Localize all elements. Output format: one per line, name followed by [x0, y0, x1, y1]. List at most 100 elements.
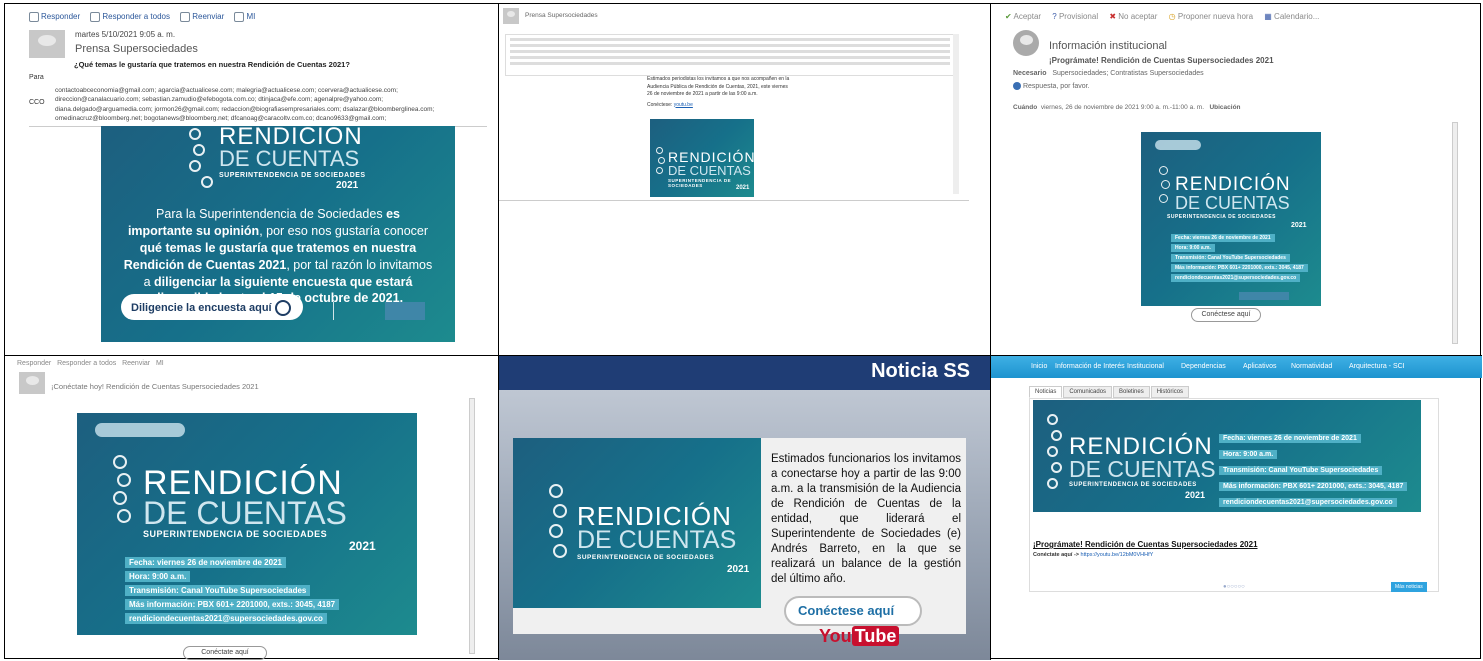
reply-all-button[interactable]: Responder a todos — [90, 12, 170, 22]
calendar-button[interactable]: ▦ Calendario... — [1264, 12, 1319, 21]
supersociedades-logo — [1155, 140, 1201, 150]
tentative-button[interactable]: ? Provisional — [1052, 12, 1098, 21]
info-pill: Hora: 9:00 a.m. — [1171, 244, 1215, 252]
info-pill: rendiciondecuentas2021@supersociedades.g… — [125, 613, 327, 624]
survey-message: Para la Superintendencia de Sociedades e… — [101, 206, 455, 307]
connect-link[interactable]: youtu.be — [674, 102, 693, 108]
icon-circle — [117, 473, 131, 487]
icon-circle — [1047, 478, 1058, 489]
propose-button[interactable]: ◷ Proponer nueva hora — [1169, 12, 1253, 21]
tab-boletines[interactable]: Boletines — [1113, 386, 1150, 398]
connect-link[interactable]: https://youtu.be/12bM0VHHfY — [1081, 552, 1154, 558]
info-pill: Fecha: viernes 26 de noviembre de 2021 — [125, 557, 286, 568]
connect-button-label: Conéctese aquí — [1201, 311, 1251, 318]
banner-year: 2021 — [736, 185, 750, 191]
banner-title-2: DE CUENTAS — [143, 495, 347, 531]
required-row: Necesario Supersociedades; Contratistas … — [1013, 70, 1204, 77]
icon-circle — [193, 144, 205, 156]
banner-title-2: DE CUENTAS — [1069, 456, 1216, 482]
connect-line: Conéctese: youtu.be — [647, 102, 793, 110]
forward-button[interactable]: Reenviar — [122, 360, 150, 367]
icon-circle — [553, 544, 567, 558]
info-pill: Más información: PBX 601+ 2201000, exts.… — [125, 599, 340, 610]
recipients-line: diana.delgado@arguamedia.com; jormon26@g… — [55, 105, 435, 113]
nav-aplicativos[interactable]: Aplicativos — [1243, 363, 1276, 370]
email-subject: ¿Qué temas le gustaría que tratemos en n… — [74, 60, 350, 69]
avatar — [29, 30, 65, 58]
icon-circle — [1051, 462, 1062, 473]
recipients-line: direccion@canalacuario.com; sebastian.za… — [55, 96, 384, 104]
banner-title-2: DE CUENTAS — [1175, 193, 1290, 213]
news-headline[interactable]: ¡Prográmate! Rendición de Cuentas Supers… — [1033, 540, 1258, 549]
banner-subtitle: SUPERINTENDENCIA DE SOCIEDADES — [219, 172, 366, 179]
panel-intranet: Inicio Información de Interés Institucio… — [991, 356, 1482, 660]
icon-circle — [553, 504, 567, 518]
reply-button[interactable]: Responder — [17, 360, 51, 367]
decline-button[interactable]: ✖ No aceptar — [1109, 12, 1157, 21]
panel-news-ss: Noticia SS RENDICIÓN DE CUENTAS SUPERINT… — [499, 356, 991, 660]
more-news-button[interactable]: Más noticias — [1391, 582, 1427, 592]
panel-calendar-invite: ✔ Aceptar ? Provisional ✖ No aceptar ◷ P… — [991, 4, 1482, 356]
nav-info[interactable]: Información de Interés — [1055, 363, 1125, 370]
icon-circle — [1047, 414, 1058, 425]
im-button[interactable]: MI — [156, 360, 164, 367]
info-pill: Fecha: viernes 26 de noviembre de 2021 — [1219, 434, 1361, 443]
divider — [499, 200, 969, 201]
youtube-logo[interactable]: You Tube — [819, 626, 900, 647]
survey-button[interactable]: Diligencie la encuesta aquí — [121, 294, 303, 320]
icon-circle — [117, 509, 131, 523]
icon-circle — [656, 167, 663, 174]
recipient-list: contactoabceconomia@gmail.com; agarcia@a… — [55, 86, 485, 124]
info-pill: rendiciondecuentas2021@supersociedades.g… — [1171, 274, 1301, 282]
carousel-dots[interactable]: ●○○○○○ — [1223, 584, 1245, 590]
banner-subtitle: SUPERINTENDENCIA DE SOCIEDADES — [1069, 482, 1197, 488]
forward-button[interactable]: Reenviar — [180, 12, 224, 22]
connect-button[interactable]: Conéctese aquí — [784, 596, 922, 626]
survey-banner: RENDICIÓN DE CUENTAS SUPERINTENDENCIA DE… — [101, 126, 455, 342]
gov-logo — [1239, 292, 1289, 300]
news-body: Estimados funcionarios los invitamos a c… — [771, 453, 961, 585]
tab-comunicados[interactable]: Comunicados — [1063, 386, 1113, 398]
icon-circle — [656, 147, 663, 154]
to-label: Para — [29, 74, 44, 81]
body-text: Estimados periodistas los invitamos a qu… — [647, 76, 790, 97]
when-value: viernes, 26 de noviembre de 2021 9:00 a.… — [1040, 104, 1205, 111]
banner-title-1: RENDICIÓN — [1175, 174, 1291, 195]
nav-dependencias[interactable]: Dependencias — [1181, 363, 1226, 370]
scrollbar[interactable] — [469, 398, 475, 654]
avatar — [1013, 30, 1039, 56]
info-icon — [1013, 82, 1021, 90]
im-button[interactable]: MI — [234, 12, 255, 22]
nav-normatividad[interactable]: Normatividad — [1291, 363, 1332, 370]
info-pill: rendiciondecuentas2021@supersociedades.g… — [1219, 498, 1397, 507]
nav-institucional[interactable]: Institucional — [1127, 363, 1164, 370]
supersociedades-logo — [95, 423, 185, 437]
banner-subtitle: SUPERINTENDENCIA DE SOCIEDADES — [577, 554, 715, 561]
youtube-you: You — [819, 626, 852, 646]
event-banner: RENDICIÓN DE CUENTAS SUPERINTENDENCIA DE… — [1033, 400, 1421, 512]
event-banner: RENDICIÓN DE CUENTAS SUPERINTENDENCIA DE… — [650, 119, 754, 197]
banner-title-1: RENDICIÓN — [577, 501, 732, 531]
avatar — [19, 372, 45, 394]
icon-circle — [1047, 446, 1058, 457]
reply-all-button[interactable]: Responder a todos — [57, 360, 116, 367]
tab-noticias[interactable]: Noticias — [1029, 386, 1063, 398]
when-row: Cuándo viernes, 26 de noviembre de 2021 … — [1013, 104, 1453, 111]
reply-button[interactable]: Responder — [29, 12, 80, 22]
connect-button[interactable]: Conéctate aquí — [183, 646, 267, 660]
msg-text: , por eso nos gustaría conocer — [259, 223, 429, 238]
pointer-icon — [274, 300, 291, 316]
collage-grid: Responder Responder a todos Reenviar MI … — [4, 3, 1482, 660]
accept-button[interactable]: ✔ Aceptar — [1005, 12, 1041, 21]
tab-historicos[interactable]: Históricos — [1150, 386, 1190, 398]
nav-home[interactable]: Inicio — [1031, 363, 1047, 370]
icon-circle — [113, 491, 127, 505]
scrollbar[interactable] — [953, 34, 959, 194]
email-body: Estimados periodistas los invitamos a qu… — [647, 76, 793, 109]
connect-button-label: Conéctese aquí — [798, 603, 895, 618]
connect-button[interactable]: Conéctese aquí — [1191, 308, 1261, 322]
info-bar: Respuesta, por favor. — [1013, 82, 1090, 90]
scrollbar[interactable] — [1452, 122, 1458, 344]
nav-arquitectura[interactable]: Arquitectura - SCI — [1349, 363, 1405, 370]
email-sender: Prensa Supersociedades — [525, 12, 598, 19]
